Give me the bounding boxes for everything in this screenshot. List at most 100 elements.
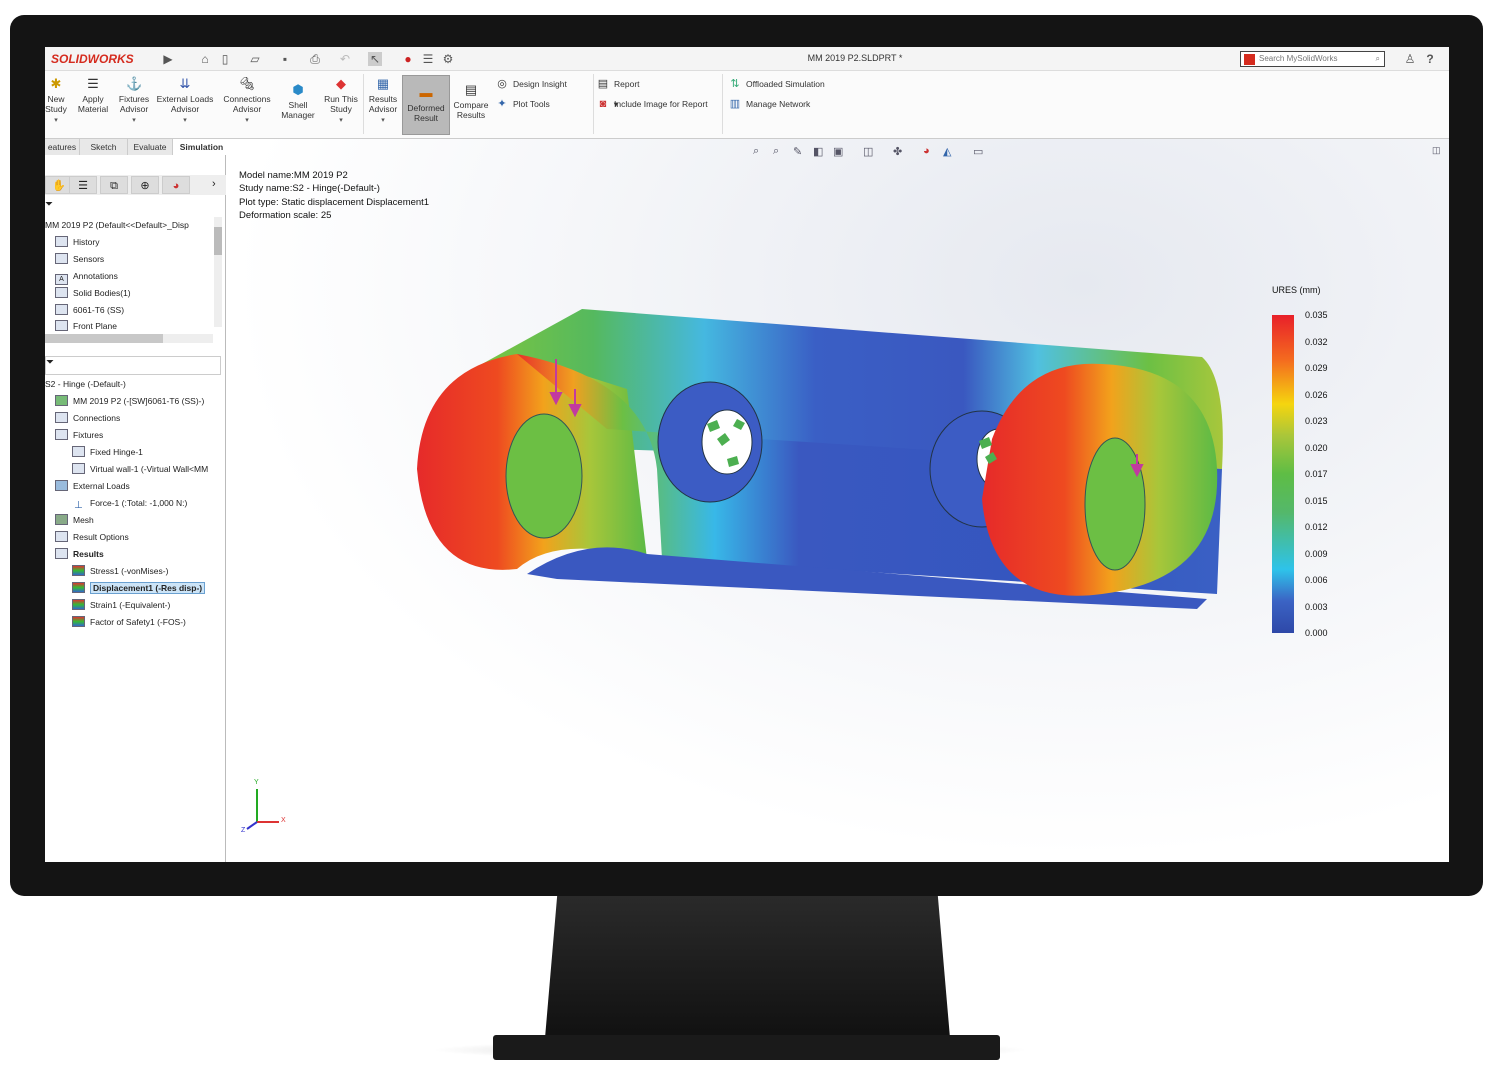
tab-simulation[interactable]: Simulation: [173, 139, 231, 155]
panel-tabs: ✋ ☰ ⧉ ⊕ ◕ ›: [45, 175, 226, 195]
tree-item-factor-of-safety[interactable]: Factor of Safety1 (-FOS-): [45, 614, 226, 631]
report-button[interactable]: ▤ Report: [596, 77, 708, 91]
horizontal-scrollbar[interactable]: [45, 334, 213, 343]
label: Fixed Hinge-1: [90, 447, 143, 457]
graphics-area[interactable]: ⌕ ⌕ ✎ ◧ ▣ ◫ ✤ ◕ ◭ ▭ ◫ Model name:MM 2019…: [227, 139, 1449, 862]
configuration-manager-tab-icon[interactable]: ⧉: [100, 176, 128, 194]
open-icon[interactable]: ▱: [248, 52, 262, 66]
label: Strain1 (-Equivalent-): [90, 600, 171, 610]
command-tabs: eatures Sketch Evaluate Simulation: [45, 139, 231, 155]
select-icon[interactable]: ↖: [368, 52, 382, 66]
label: History: [73, 237, 100, 247]
display-manager-tab-icon[interactable]: ◕: [162, 176, 190, 194]
home-icon[interactable]: ⌂: [198, 52, 212, 66]
tree-item-part[interactable]: MM 2019 P2 (-[SW]6061-T6 (SS)-): [45, 393, 226, 410]
run-study-button[interactable]: ◆ Run This Study ▾: [321, 75, 361, 126]
scrollbar-thumb[interactable]: [45, 334, 163, 343]
tree-item-external-loads[interactable]: External Loads: [45, 478, 226, 495]
axis-x-label: X: [281, 817, 286, 824]
print-icon[interactable]: ⎙: [308, 52, 322, 66]
external-loads-button[interactable]: ⇊ External Loads Advisor ▾: [155, 75, 215, 126]
help-icon[interactable]: ?: [1423, 52, 1437, 66]
label: Mesh: [73, 515, 94, 525]
options-gear-icon[interactable]: ⚙: [441, 52, 455, 66]
include-image-icon: ◙: [599, 98, 607, 110]
tree-item-results[interactable]: Results: [45, 546, 226, 563]
tree-item-force[interactable]: ⊥ Force-1 (:Total: -1,000 N:): [45, 495, 226, 512]
fixtures-advisor-button[interactable]: ⚓ Fixtures Advisor ▾: [115, 75, 153, 126]
deformed-result-button[interactable]: ▬ Deformed Result: [402, 75, 450, 135]
tab-sketch[interactable]: Sketch: [80, 139, 128, 155]
tree-item-result-options[interactable]: Result Options: [45, 529, 226, 546]
plot-icon: [72, 582, 85, 593]
undo-icon[interactable]: ↶: [338, 52, 352, 66]
file-properties-icon[interactable]: ☰: [421, 52, 435, 66]
tree-item-virtual-wall[interactable]: Virtual wall-1 (-Virtual Wall<MM: [45, 461, 226, 478]
results-advisor-button[interactable]: ▦ Results Advisor ▾: [366, 75, 400, 126]
traffic-light-icon[interactable]: ●: [401, 52, 415, 66]
save-icon[interactable]: ▪: [278, 52, 292, 66]
label: Sensors: [73, 254, 105, 264]
axis-z-label: Z: [241, 827, 246, 834]
tab-features[interactable]: eatures: [45, 139, 80, 155]
connections-advisor-button[interactable]: 🔩︎ Connections Advisor ▾: [219, 75, 275, 126]
plane-icon: [55, 320, 68, 331]
legend-tick: 0.026: [1305, 389, 1328, 400]
tree-item-displacement[interactable]: Displacement1 (-Res disp-): [45, 580, 226, 597]
property-manager-tab-icon[interactable]: ☰: [69, 176, 97, 194]
label: Fixtures: [73, 430, 104, 440]
include-image-button[interactable]: ◙ Include Image for Report: [596, 97, 708, 111]
hinge-model[interactable]: [227, 139, 1449, 862]
offloaded-simulation-button[interactable]: ⇅ Offloaded Simulation: [728, 77, 824, 91]
scrollbar-thumb[interactable]: [214, 227, 222, 255]
label: Results Advisor: [368, 94, 398, 114]
filter-icon[interactable]: ⏷: [45, 199, 53, 210]
tree-item-connections[interactable]: Connections: [45, 410, 226, 427]
shell-icon: ⬢: [292, 82, 304, 97]
tree-item-stress[interactable]: Stress1 (-vonMises-): [45, 563, 226, 580]
tree-item-mesh[interactable]: Mesh: [45, 512, 226, 529]
tree-item-study[interactable]: S2 - Hinge (-Default-): [45, 376, 226, 393]
tree-item-material[interactable]: 6061-T6 (SS): [45, 302, 215, 319]
legend-tick: 0.000: [1305, 628, 1328, 638]
tree-item-front-plane[interactable]: Front Plane: [45, 319, 215, 333]
solidworks-logo[interactable]: SOLIDWORKS: [47, 49, 157, 69]
tree-item-annotations[interactable]: A Annotations: [45, 268, 215, 285]
label: Connections Advisor: [223, 94, 271, 114]
tree-item-strain[interactable]: Strain1 (-Equivalent-): [45, 597, 226, 614]
label: Run This Study: [324, 94, 358, 114]
tree-item-fixtures[interactable]: Fixtures: [45, 427, 226, 444]
legend-tick: 0.006: [1305, 575, 1328, 585]
report-icon: ▤: [597, 78, 609, 90]
new-study-button[interactable]: ✱ New Study ▾: [45, 75, 67, 126]
apply-material-button[interactable]: ☰ Apply Material: [73, 75, 113, 115]
shell-manager-button[interactable]: ⬢ Shell Manager: [277, 81, 319, 121]
user-icon[interactable]: ♙: [1403, 52, 1417, 66]
tab-evaluate[interactable]: Evaluate: [128, 139, 173, 155]
fixtures-icon: ⚓: [126, 76, 143, 91]
tree-item-solid-bodies[interactable]: Solid Bodies(1): [45, 285, 215, 302]
search-placeholder: Search MySolidWorks: [1259, 54, 1338, 63]
label: Plot Tools: [513, 99, 550, 109]
legend-tick: 0.015: [1305, 495, 1328, 506]
result-options-icon: [55, 531, 68, 542]
fixtures-icon: [55, 429, 68, 440]
expand-menu-icon[interactable]: ▶: [161, 52, 175, 66]
label: Results: [73, 549, 104, 559]
compare-results-button[interactable]: ▤ Compare Results: [452, 81, 490, 121]
search-input[interactable]: Search MySolidWorks ⌕: [1240, 51, 1385, 67]
vertical-scrollbar[interactable]: [214, 217, 222, 327]
dimxpert-tab-icon[interactable]: ⊕: [131, 176, 159, 194]
tree-item-part[interactable]: MM 2019 P2 (Default<<Default>_Disp: [45, 217, 215, 234]
tree-item-history[interactable]: History: [45, 234, 215, 251]
tree-item-sensors[interactable]: Sensors: [45, 251, 215, 268]
manage-network-button[interactable]: ▥ Manage Network: [728, 97, 825, 111]
command-manager: ✱ New Study ▾ ☰ Apply Material ⚓ Fixtures Ad…: [45, 71, 1449, 139]
label: Report: [614, 79, 640, 89]
label: Fixtures Advisor: [118, 94, 150, 114]
tree-item-fixed-hinge[interactable]: Fixed Hinge-1: [45, 444, 226, 461]
new-document-icon[interactable]: ▯: [218, 52, 232, 66]
search-icon[interactable]: ⌕: [1376, 52, 1380, 66]
chevron-right-icon[interactable]: ›: [212, 178, 216, 190]
study-filter-input[interactable]: ⏷: [45, 356, 221, 375]
